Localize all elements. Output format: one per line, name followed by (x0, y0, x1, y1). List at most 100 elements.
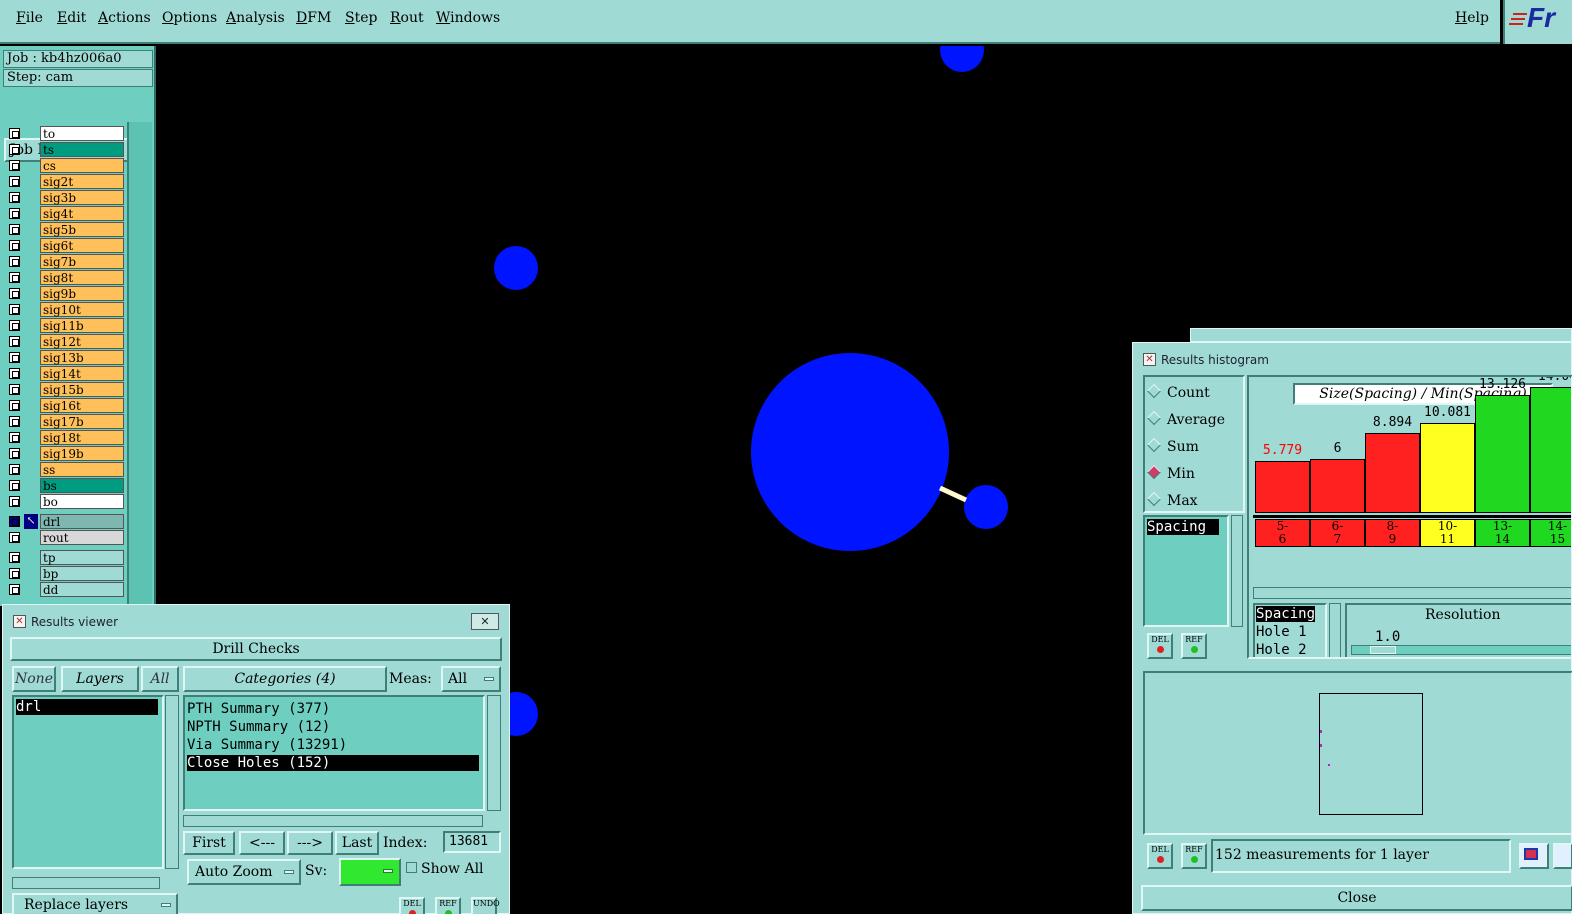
ref-button[interactable]: REF (1181, 843, 1207, 869)
bin-label[interactable]: 5- 6 (1255, 519, 1310, 547)
layer-checkbox[interactable] (9, 432, 20, 443)
layer-checkbox[interactable] (9, 532, 20, 543)
layer-row-sig12t[interactable]: sig12t (6, 334, 124, 349)
layer-row-sig15b[interactable]: sig15b (6, 382, 124, 397)
layer-scrollbar[interactable] (127, 122, 152, 606)
layer-row-drl[interactable]: ↖ drl (6, 514, 124, 529)
layer-row-tp[interactable]: tp (6, 550, 124, 565)
del-button[interactable]: DEL (399, 897, 425, 914)
layer-row-dd[interactable]: dd (6, 582, 124, 597)
layer-checkbox[interactable] (9, 160, 20, 171)
category-list-vscroll[interactable] (487, 695, 501, 811)
layer-list-item[interactable]: drl (16, 699, 158, 715)
category-item-selected[interactable]: Close Holes (152) (187, 755, 479, 771)
layer-row-sig16t[interactable]: sig16t (6, 398, 124, 413)
layer-row-sig13b[interactable]: sig13b (6, 350, 124, 365)
layer-row-to[interactable]: to (6, 126, 124, 141)
layer-checkbox[interactable] (9, 240, 20, 251)
check-name-button[interactable]: Drill Checks (10, 637, 502, 661)
layer-checkbox[interactable] (9, 288, 20, 299)
layer-row-ss[interactable]: ss (6, 462, 124, 477)
layer-row-sig3b[interactable]: sig3b (6, 190, 124, 205)
layer-list-hscroll[interactable] (12, 877, 160, 889)
layer-checkbox[interactable] (9, 144, 20, 155)
histogram-bar[interactable] (1310, 459, 1365, 513)
select-none-button[interactable]: None (12, 666, 56, 692)
layer-results-list[interactable]: drl (12, 695, 164, 869)
category-item[interactable]: PTH Summary (377) (187, 701, 330, 717)
extra-tool-icon[interactable] (1553, 843, 1572, 869)
layer-row-cs[interactable]: cs (6, 158, 124, 173)
layer-row-sig10t[interactable]: sig10t (6, 302, 124, 317)
menu-edit[interactable]: Edit (57, 10, 86, 26)
layer-checkbox[interactable] (9, 400, 20, 411)
layer-checkbox[interactable] (9, 480, 20, 491)
radio-average[interactable]: Average (1146, 410, 1225, 428)
menu-options[interactable]: Options (162, 10, 217, 26)
select-all-button[interactable]: All (141, 666, 179, 692)
zoom-window-icon[interactable] (1519, 843, 1549, 869)
first-button[interactable]: First (183, 831, 235, 855)
measure-list[interactable]: Spacing Hole 1 Hole 2 (1253, 603, 1327, 657)
category-item[interactable]: Via Summary (13291) (187, 737, 347, 753)
window-menu-icon[interactable]: ✕ (1143, 353, 1156, 366)
undo-button[interactable]: UNDO (471, 897, 500, 914)
ref-button[interactable]: REF (435, 897, 461, 914)
layer-checkbox[interactable] (9, 128, 20, 139)
layer-checkbox[interactable] (9, 464, 20, 475)
severity-select[interactable] (339, 858, 401, 886)
layer-row-sig5b[interactable]: sig5b (6, 222, 124, 237)
replace-layers-select[interactable]: Replace layers (12, 893, 178, 914)
del-button[interactable]: DEL (1147, 843, 1173, 869)
layers-button[interactable]: Layers (61, 666, 139, 692)
index-input[interactable]: 13681 (443, 831, 501, 853)
layer-checkbox[interactable] (9, 336, 20, 347)
histogram-bar[interactable] (1475, 395, 1530, 513)
layer-checkbox[interactable] (9, 320, 20, 331)
layer-checkbox[interactable] (9, 224, 20, 235)
layer-row-sig18t[interactable]: sig18t (6, 430, 124, 445)
measure-item[interactable]: Hole 2 (1256, 642, 1307, 657)
close-icon[interactable]: ✕ (471, 613, 499, 630)
resolution-slider[interactable] (1351, 645, 1571, 655)
bin-label[interactable]: 8- 9 (1365, 519, 1420, 547)
chart-hscroll[interactable] (1253, 587, 1571, 599)
layer-row-sig8t[interactable]: sig8t (6, 270, 124, 285)
layer-checkbox[interactable] (9, 584, 20, 595)
prev-button[interactable]: <--- (239, 831, 285, 855)
bin-label[interactable]: 13- 14 (1475, 519, 1530, 547)
layer-checkbox[interactable] (9, 448, 20, 459)
window-menu-icon[interactable]: ✕ (13, 615, 26, 628)
layer-row-sig14t[interactable]: sig14t (6, 366, 124, 381)
radio-sum[interactable]: Sum (1146, 437, 1199, 455)
layer-row-sig19b[interactable]: sig19b (6, 446, 124, 461)
layer-checkbox[interactable] (9, 516, 20, 527)
attribute-list[interactable]: Spacing (1143, 515, 1229, 627)
layer-row-sig9b[interactable]: sig9b (6, 286, 124, 301)
menu-actions[interactable]: Actions (98, 10, 151, 26)
layer-checkbox[interactable] (9, 176, 20, 187)
layer-checkbox[interactable] (9, 416, 20, 427)
layer-row-bp[interactable]: bp (6, 566, 124, 581)
layer-checkbox[interactable] (9, 568, 20, 579)
show-all-checkbox[interactable] (406, 862, 417, 873)
measure-item-selected[interactable]: Spacing (1256, 606, 1316, 622)
layer-row-rout[interactable]: rout (6, 530, 124, 545)
layer-row-sig11b[interactable]: sig11b (6, 318, 124, 333)
layer-checkbox[interactable] (9, 552, 20, 563)
histogram-bar[interactable] (1255, 461, 1310, 513)
layer-checkbox[interactable] (9, 352, 20, 363)
radio-min[interactable]: Min (1146, 464, 1195, 482)
menu-windows[interactable]: Windows (436, 10, 500, 26)
layer-row-bo[interactable]: bo (6, 494, 124, 509)
del-button[interactable]: DEL (1147, 633, 1173, 659)
menu-step[interactable]: Step (345, 10, 377, 26)
category-item[interactable]: NPTH Summary (12) (187, 719, 330, 735)
bin-label[interactable]: 6- 7 (1310, 519, 1365, 547)
menu-file[interactable]: File (16, 10, 43, 26)
layer-row-sig17b[interactable]: sig17b (6, 414, 124, 429)
layer-checkbox[interactable] (9, 368, 20, 379)
layer-checkbox[interactable] (9, 208, 20, 219)
measure-vscroll[interactable] (1329, 603, 1341, 657)
layer-row-sig4t[interactable]: sig4t (6, 206, 124, 221)
